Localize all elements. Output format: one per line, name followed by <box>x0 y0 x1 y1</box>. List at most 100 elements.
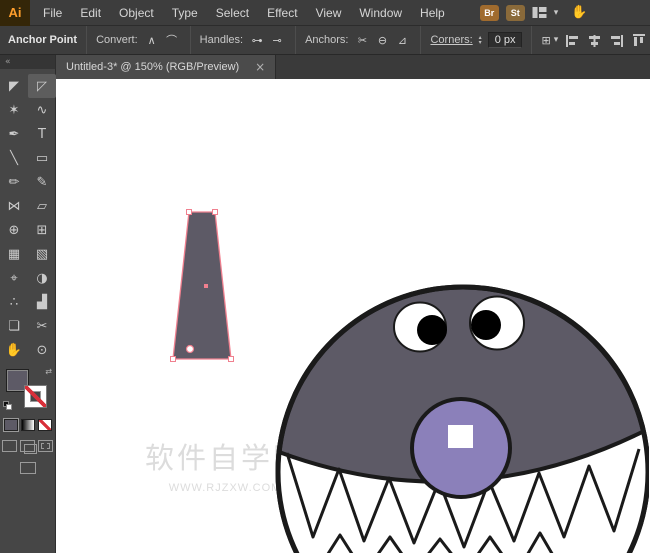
align-horizontal-left-button[interactable] <box>563 31 581 49</box>
menu-effect[interactable]: Effect <box>258 0 306 26</box>
stock-button[interactable]: St <box>506 5 525 21</box>
stepper-down-icon[interactable]: ▾ <box>479 40 482 45</box>
show-handles-button[interactable]: ⊶ <box>248 31 266 49</box>
selection-tool[interactable]: ◤ <box>0 74 28 98</box>
menu-edit[interactable]: Edit <box>71 0 110 26</box>
bridge-button[interactable]: Br <box>480 5 499 21</box>
menu-help[interactable]: Help <box>411 0 454 26</box>
default-fill-stroke-icon[interactable] <box>3 401 12 410</box>
hand-tool[interactable]: ✋ <box>0 338 28 362</box>
anchor-point[interactable] <box>229 357 234 362</box>
mesh-tool[interactable]: ▦ <box>0 242 28 266</box>
artwork-layer <box>56 79 649 553</box>
stroke-color-swatch[interactable] <box>24 385 47 408</box>
toolbar-collapse-button[interactable]: « <box>0 55 55 69</box>
divider <box>190 26 191 54</box>
tool-icon: ✒ <box>9 128 20 141</box>
divider <box>420 26 421 54</box>
corners-link[interactable]: Corners: <box>430 34 472 46</box>
anchor-point[interactable] <box>187 210 192 215</box>
chevron-down-icon[interactable]: ▾ <box>554 8 559 18</box>
blend-tool[interactable]: ◑ <box>28 266 56 290</box>
more-options-button[interactable]: ⊞ ▾ <box>541 34 558 47</box>
live-corner-widget[interactable] <box>187 346 194 353</box>
change-screen-mode-button[interactable] <box>20 462 36 474</box>
pencil-tool[interactable]: ✎ <box>28 170 56 194</box>
free-transform-tool[interactable]: ▱ <box>28 194 56 218</box>
symbol-sprayer-tool[interactable]: ∴ <box>0 290 28 314</box>
tool-icon: ⊕ <box>9 224 20 237</box>
line-segment-tool[interactable]: ╲ <box>0 146 28 170</box>
column-graph-tool[interactable]: ▟ <box>28 290 56 314</box>
menu-type[interactable]: Type <box>163 0 207 26</box>
anchor-point[interactable] <box>171 357 176 362</box>
convert-to-smooth-button[interactable]: ⌒ <box>163 31 181 49</box>
tool-icon: ◸ <box>37 80 47 93</box>
shape-builder-tool[interactable]: ⊕ <box>0 218 28 242</box>
menu-list: FileEditObjectTypeSelectEffectViewWindow… <box>34 0 454 25</box>
artboard-tool[interactable]: ❏ <box>0 314 28 338</box>
color-button[interactable] <box>4 419 18 431</box>
tool-icon: ✋ <box>6 344 22 357</box>
eyedropper-tool[interactable]: ⌖ <box>0 266 28 290</box>
align-horizontal-right-button[interactable] <box>607 31 625 49</box>
menu-select[interactable]: Select <box>207 0 258 26</box>
width-tool[interactable]: ⋈ <box>0 194 28 218</box>
tool-icon: T <box>38 128 46 141</box>
swap-fill-stroke-icon[interactable]: ⇄ <box>45 367 52 376</box>
align-horizontal-center-button[interactable] <box>585 31 603 49</box>
cut-path-button[interactable]: ✂ <box>353 31 371 49</box>
character-nose <box>412 399 510 497</box>
paintbrush-tool[interactable]: ✏ <box>0 170 28 194</box>
menu-object[interactable]: Object <box>110 0 163 26</box>
align-vertical-top-button[interactable] <box>629 31 647 49</box>
canvas[interactable]: 软件自学网 www.rjzxw.com <box>56 79 650 553</box>
perspective-grid-tool[interactable]: ⊞ <box>28 218 56 242</box>
zoom-tool[interactable]: ⊙ <box>28 338 56 362</box>
corners-value-field[interactable]: 0 px <box>488 32 523 48</box>
direct-selection-tool[interactable]: ◸ <box>28 74 56 98</box>
tool-grid: ◤ ◸ ✶ ∿ ✒ T ╲ ▭ ✏ ✎ <box>0 69 55 362</box>
options-icon: ⊞ <box>541 34 550 47</box>
corners-stepper[interactable]: ▴ ▾ <box>478 35 483 45</box>
gradient-button[interactable] <box>21 419 35 431</box>
fill-stroke-swatches: ⇄ <box>0 366 55 412</box>
anchors-icons: ✂⊖⊿ <box>353 31 411 49</box>
hand-icon[interactable]: ✋ <box>571 5 587 20</box>
rectangle-tool[interactable]: ▭ <box>28 146 56 170</box>
type-tool[interactable]: T <box>28 122 56 146</box>
draw-inside-button[interactable] <box>38 440 53 452</box>
menu-window[interactable]: Window <box>350 0 411 26</box>
convert-to-corner-button[interactable]: ∧ <box>143 31 161 49</box>
remove-anchor-button[interactable]: ⊖ <box>373 31 391 49</box>
workspace-switcher-icon[interactable] <box>532 6 547 19</box>
convert-label: Convert: <box>96 34 138 46</box>
pen-tool[interactable]: ✒ <box>0 122 28 146</box>
tab-close-icon[interactable]: × <box>255 60 265 74</box>
workspace: « ◤ ◸ ✶ ∿ ✒ T ╲ ▭ <box>0 55 650 553</box>
draw-normal-button[interactable] <box>2 440 17 452</box>
hide-handles-button[interactable]: ⊸ <box>268 31 286 49</box>
document-tab-title: Untitled-3* @ 150% (RGB/Preview) <box>66 61 239 73</box>
connect-anchors-button[interactable]: ⊿ <box>393 31 411 49</box>
illustrator-logo[interactable]: Ai <box>0 0 30 26</box>
slice-tool[interactable]: ✂ <box>28 314 56 338</box>
illustrator-app: Ai FileEditObjectTypeSelectEffectViewWin… <box>0 0 650 553</box>
draw-behind-button[interactable] <box>20 440 35 452</box>
tool-icon: ∿ <box>37 104 48 117</box>
selected-trapezoid-shape[interactable] <box>171 210 234 362</box>
magic-wand-tool[interactable]: ✶ <box>0 98 28 122</box>
tool-icon: ✶ <box>9 104 20 117</box>
character-artwork[interactable] <box>261 287 649 553</box>
none-button[interactable] <box>38 419 52 431</box>
menu-file[interactable]: File <box>34 0 71 26</box>
lasso-tool[interactable]: ∿ <box>28 98 56 122</box>
menu-bar: Ai FileEditObjectTypeSelectEffectViewWin… <box>0 0 650 26</box>
anchors-label: Anchors: <box>305 34 348 46</box>
gradient-tool[interactable]: ▧ <box>28 242 56 266</box>
menu-view[interactable]: View <box>307 0 351 26</box>
document-tab[interactable]: Untitled-3* @ 150% (RGB/Preview) × <box>56 55 276 79</box>
handles-icons: ⊶⊸ <box>248 31 286 49</box>
tool-icon: ◑ <box>36 272 47 285</box>
anchor-point[interactable] <box>213 210 218 215</box>
